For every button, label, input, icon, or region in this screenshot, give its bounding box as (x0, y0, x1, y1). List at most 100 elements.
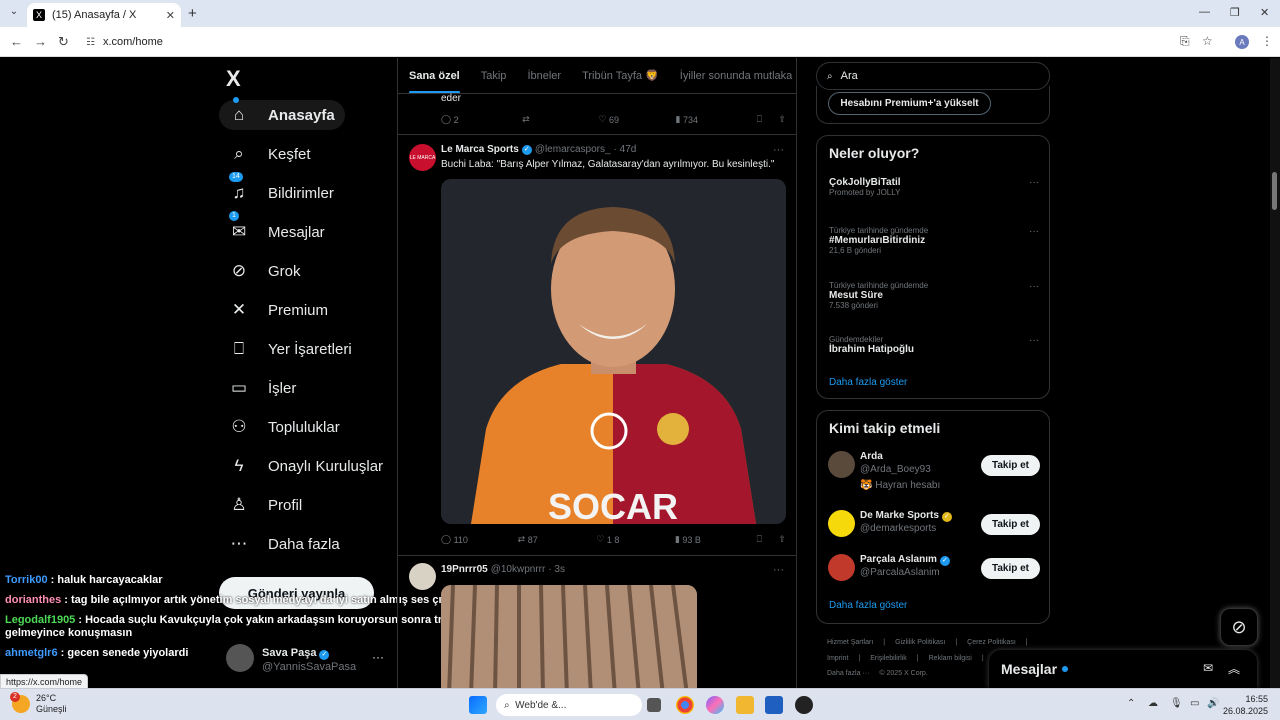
sidebar-item-search[interactable]: ⌕ Keşfet (219, 139, 321, 169)
tweet-author-handle[interactable]: @lemarcaspors_ (535, 144, 611, 155)
tweet-time[interactable]: · 47d (614, 144, 637, 155)
trend-more-icon[interactable]: ··· (1029, 177, 1039, 188)
tweet-author-name[interactable]: 19Pnrrr05 (441, 564, 488, 575)
footer-link[interactable]: © 2025 X Corp. (879, 670, 927, 677)
footer-link[interactable]: Erişilebilirlik (870, 655, 907, 662)
messages-drawer[interactable]: Mesajlar ✉ ︽ (989, 650, 1257, 688)
avatar[interactable]: LE MARCA (409, 144, 436, 171)
account-switcher[interactable]: Sava Paşa ✓ @YannisSavaPasa (226, 643, 356, 673)
onedrive-icon[interactable]: ☁ (1148, 698, 1158, 709)
who-show-more[interactable]: Daha fazla göster (829, 600, 907, 611)
sidebar-item-home[interactable]: ⌂ Anasayfa (219, 97, 345, 130)
expand-up-icon[interactable]: ︽ (1228, 660, 1240, 677)
footer-link[interactable]: Çerez Politikası (967, 639, 1016, 646)
store-icon[interactable] (765, 696, 783, 714)
timeline-tab[interactable]: İbneler (527, 70, 561, 82)
sidebar-item-more-circle[interactable]: ⋯ Daha fazla (219, 529, 350, 559)
follow-button[interactable]: Takip et (981, 558, 1040, 579)
footer-link[interactable]: Imprint (827, 655, 848, 662)
tweet-more-icon[interactable]: ··· (773, 144, 784, 156)
premium-upgrade-button[interactable]: Hesabını Premium+'a yükselt (828, 92, 991, 115)
trend-item[interactable]: Türkiye tarihinde gündemde Mesut Süre 7.53… (829, 281, 1039, 310)
who-to-follow-item[interactable]: Parçala Aslanım ✓ @ParcalaAslanim Takip et (828, 554, 1040, 594)
volume-icon[interactable]: 🔊 (1207, 698, 1219, 709)
who-to-follow-item[interactable]: De Marke Sports ✓ @demarkesports Takip et (828, 510, 1040, 550)
browser-profile-avatar[interactable]: A (1235, 35, 1249, 49)
tab-search-chevron-icon[interactable]: ⌄ (6, 6, 22, 22)
chrome-icon[interactable] (676, 696, 694, 714)
views-button[interactable]: ▮ 93 B (675, 534, 757, 545)
scrollbar-thumb[interactable] (1272, 172, 1277, 210)
sidebar-item-lightning[interactable]: ϟ Onaylı Kuruluşlar (219, 451, 393, 481)
footer-link[interactable]: Hizmet Şartları (827, 639, 873, 646)
sidebar-item-mail[interactable]: ✉ 1 Mesajlar (219, 211, 335, 247)
trend-item[interactable]: ÇokJollyBiTatil Promoted by JOLLY ··· (829, 177, 1039, 197)
chrome-menu-icon[interactable]: ⋮ (1261, 34, 1273, 48)
taskbar-clock[interactable]: 16:55 26.08.2025 (1222, 693, 1268, 717)
timeline-tab[interactable]: İyiller sonunda mutlaka kazanır (680, 70, 796, 82)
file-explorer-icon[interactable] (736, 696, 754, 714)
reply-button[interactable]: ◯ 2 (441, 114, 522, 125)
account-more-icon[interactable]: ··· (372, 650, 384, 664)
follow-button[interactable]: Takip et (981, 455, 1040, 476)
task-view-icon[interactable] (647, 698, 661, 712)
install-app-icon[interactable]: ⎘ (1180, 34, 1190, 49)
sidebar-item-person[interactable]: ♙ Profil (219, 490, 312, 520)
retweet-button[interactable]: ⇄ (522, 114, 598, 125)
tweet-time[interactable]: · 3s (548, 564, 565, 575)
trend-more-icon[interactable]: ··· (1029, 335, 1039, 346)
windows-start-icon[interactable] (469, 696, 487, 714)
trend-item[interactable]: Gündemdekiler İbrahim Hatipoğlu ··· (829, 335, 1039, 355)
copilot-icon[interactable] (706, 696, 724, 714)
bookmark-star-icon[interactable]: ☆ (1202, 34, 1213, 48)
sidebar-item-grok[interactable]: ⊘ Grok (219, 256, 311, 286)
footer-link[interactable]: Reklam bilgisi (929, 655, 972, 662)
reply-button[interactable]: ◯ 110 (441, 534, 518, 545)
trend-more-icon[interactable]: ··· (1029, 281, 1039, 292)
page-scrollbar[interactable] (1270, 58, 1280, 688)
tweet-image[interactable]: SOCAR (441, 179, 786, 524)
reload-icon[interactable]: ↻ (58, 34, 69, 50)
follow-button[interactable]: Takip et (981, 514, 1040, 535)
trend-item[interactable]: Türkiye tarihinde gündemde #MemurlarıBiti… (829, 226, 1039, 255)
site-info-icon[interactable]: ☷ (86, 37, 95, 48)
who-to-follow-item[interactable]: Arda @Arda_Boey93 🐯 Hayran hesabı Takip et (828, 451, 1040, 491)
tab-close-icon[interactable]: ✕ (166, 9, 175, 22)
footer-link[interactable]: Daha fazla ··· (827, 670, 869, 677)
bookmark-icon[interactable]: ⎕ (757, 114, 779, 125)
restore-icon[interactable]: ❐ (1230, 6, 1240, 19)
like-button[interactable]: ♡ 1 8 (596, 534, 675, 545)
window-close-icon[interactable]: ✕ (1260, 6, 1269, 19)
share-icon[interactable]: ⇧ (778, 114, 786, 125)
avatar[interactable] (409, 563, 436, 590)
tweet-image[interactable] (441, 585, 697, 688)
x-logo-icon[interactable]: X (226, 66, 241, 92)
tweet-more-icon[interactable]: ··· (773, 564, 784, 576)
trend-more-icon[interactable]: ··· (1029, 226, 1039, 237)
like-button[interactable]: ♡ 69 (598, 114, 675, 125)
footer-link[interactable]: Gizlilik Politikası (895, 639, 945, 646)
retweet-button[interactable]: ⇄ 87 (518, 534, 597, 545)
taskbar-search[interactable]: ⌕ Web'de &... (496, 694, 642, 716)
minimize-icon[interactable]: — (1199, 6, 1210, 18)
timeline-tab[interactable]: Sana özel (409, 70, 460, 93)
browser-tab[interactable]: X (15) Anasayfa / X ✕ (27, 3, 181, 27)
bookmark-icon[interactable]: ⎕ (757, 534, 779, 545)
new-tab-icon[interactable]: + (188, 5, 197, 22)
timeline-tab[interactable]: Takip (481, 70, 507, 82)
timeline-tab[interactable]: Tribün Tayfa 🦁 (582, 69, 659, 82)
tray-chevron-icon[interactable]: ⌃ (1127, 698, 1135, 709)
sidebar-item-bookmark[interactable]: ⎕ Yer İşaretleri (219, 334, 362, 364)
app-icon[interactable] (795, 696, 813, 714)
weather-widget[interactable]: 2 26°C Güneşli (10, 692, 67, 715)
back-icon[interactable]: ← (10, 34, 23, 49)
microphone-icon[interactable]: 🎙 (1170, 698, 1183, 709)
share-icon[interactable]: ⇧ (778, 534, 786, 545)
address-bar[interactable]: ☷ x.com/home (82, 31, 1172, 53)
tweet-author-handle[interactable]: @10kwpnrrr (491, 564, 546, 575)
grok-floating-button[interactable]: ⊘ (1220, 608, 1258, 646)
tweet-author-name[interactable]: Le Marca Sports (441, 144, 519, 155)
sidebar-item-bell[interactable]: ♫ 14 Bildirimler (219, 172, 344, 208)
sidebar-item-briefcase[interactable]: ▭ İşler (219, 373, 306, 403)
views-button[interactable]: ▮ 734 (676, 114, 757, 125)
